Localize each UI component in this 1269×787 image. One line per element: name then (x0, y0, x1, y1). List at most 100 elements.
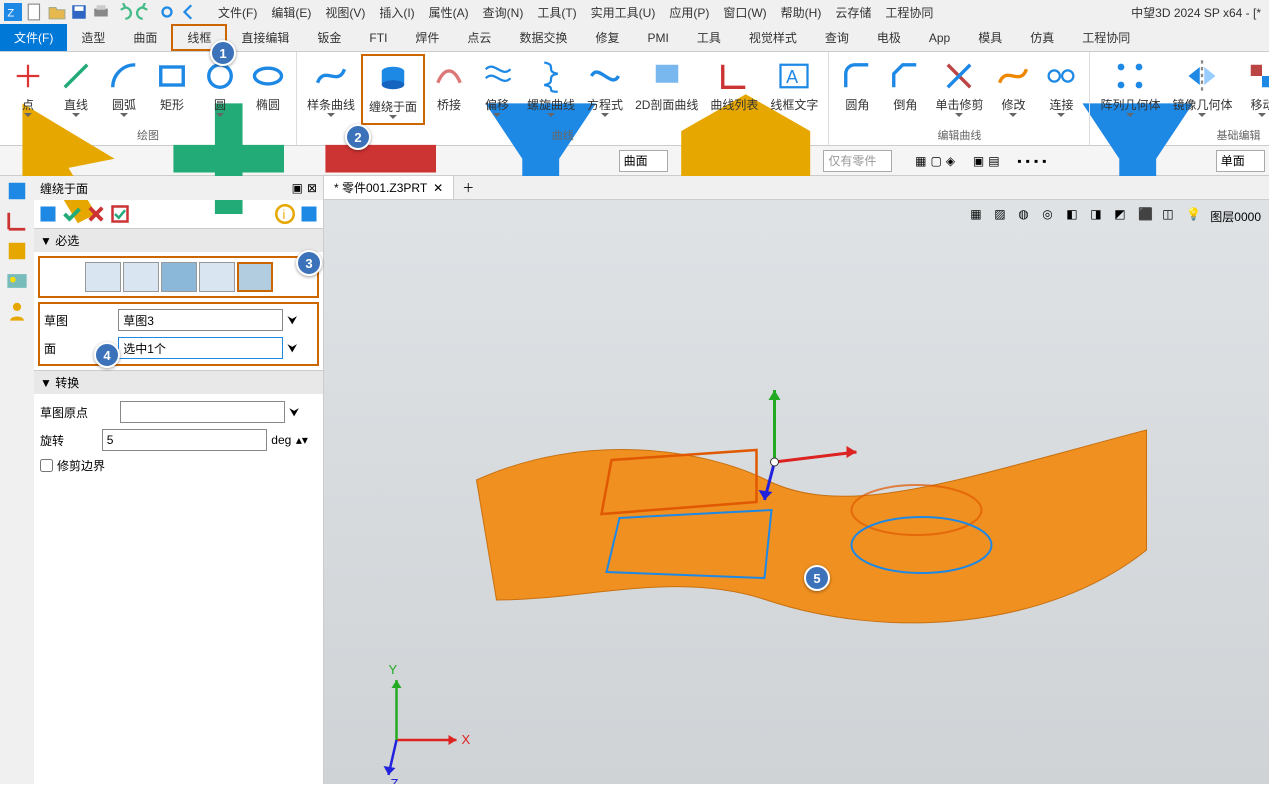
cancel-icon[interactable] (86, 204, 106, 224)
menu-tools[interactable]: 工具(T) (537, 4, 576, 21)
input-sketch[interactable] (118, 309, 283, 331)
btn-move[interactable]: 移动 (1238, 54, 1269, 121)
open-icon[interactable] (48, 3, 66, 21)
pick-icon[interactable]: ⮟ (287, 313, 297, 328)
lb-cube-icon[interactable] (6, 180, 28, 202)
panel-close-icon[interactable]: ⊠ (307, 181, 317, 195)
menu-app[interactable]: 应用(P) (669, 4, 709, 21)
btn-array[interactable]: 阵列几何体 (1094, 54, 1166, 121)
btn-connect[interactable]: 连接 (1037, 54, 1085, 121)
tab-weld[interactable]: 焊件 (401, 24, 453, 51)
tb-ico[interactable]: ▪ (1017, 154, 1021, 168)
btn-point[interactable]: 点 (4, 54, 52, 121)
btn-curve-list[interactable]: 曲线列表 (704, 54, 764, 117)
btn-arc[interactable]: 圆弧 (100, 54, 148, 121)
tb-ico[interactable]: ▪ (1034, 154, 1038, 168)
tab-electrode[interactable]: 电极 (863, 24, 915, 51)
btn-rect[interactable]: 矩形 (148, 54, 196, 117)
opt-5[interactable] (237, 262, 273, 292)
btn-offset[interactable]: 偏移 (473, 54, 521, 121)
undo-icon[interactable] (114, 3, 132, 21)
combo-entity[interactable]: 曲面 (619, 150, 668, 172)
menu-attr[interactable]: 属性(A) (429, 4, 469, 21)
section-required[interactable]: ▼ 必选 (34, 229, 323, 252)
input-origin[interactable] (120, 401, 285, 423)
btn-wire-text[interactable]: A线框文字 (764, 54, 824, 117)
tab-model[interactable]: 造型 (67, 24, 119, 51)
info-icon[interactable]: i (275, 204, 295, 224)
btn-bridge[interactable]: 桥接 (425, 54, 473, 117)
menu-collab[interactable]: 工程协同 (885, 4, 933, 21)
menu-edit[interactable]: 编辑(E) (271, 4, 311, 21)
menu-window[interactable]: 窗口(W) (723, 4, 766, 21)
menu-view[interactable]: 视图(V) (325, 4, 365, 21)
tab-collab[interactable]: 工程协同 (1068, 24, 1144, 51)
lb-image-icon[interactable] (6, 270, 28, 292)
tab-file[interactable]: 文件(F) (0, 24, 67, 51)
tab-sim[interactable]: 仿真 (1016, 24, 1068, 51)
gear-icon[interactable] (158, 3, 176, 21)
pick-icon[interactable]: ⮟ (287, 341, 297, 356)
tb-ico[interactable]: ▤ (988, 154, 999, 168)
back-arrow-icon[interactable] (180, 3, 198, 21)
btn-ellipse[interactable]: 椭圆 (244, 54, 292, 117)
tab-pointcloud[interactable]: 点云 (453, 24, 505, 51)
confirm-icon[interactable] (62, 204, 82, 224)
redo-icon[interactable] (136, 3, 154, 21)
tb-ico[interactable]: ▦ (915, 154, 926, 168)
btn-helix[interactable]: 螺旋曲线 (521, 54, 581, 121)
new-icon[interactable] (26, 3, 44, 21)
panel-pin-icon[interactable]: ▣ (292, 181, 303, 195)
btn-line[interactable]: 直线 (52, 54, 100, 121)
opt-2[interactable] (123, 262, 159, 292)
document-tab[interactable]: * 零件001.Z3PRT ✕ (324, 176, 454, 199)
pick-icon[interactable]: ⮟ (289, 405, 299, 420)
tb-ico[interactable]: ◈ (946, 154, 955, 168)
add-tab-icon[interactable]: ＋ (454, 179, 482, 196)
tb-ico[interactable]: ▪ (1042, 154, 1046, 168)
lb-user-icon[interactable] (6, 300, 28, 322)
btn-chamfer[interactable]: 倒角 (881, 54, 929, 117)
tb-ico[interactable]: ▪ (1026, 154, 1030, 168)
tab-direct[interactable]: 直接编辑 (227, 24, 303, 51)
input-face[interactable] (118, 337, 283, 359)
menu-query[interactable]: 查询(N) (483, 4, 524, 21)
spinner-icon[interactable]: ▴▾ (296, 433, 308, 447)
tab-query[interactable]: 查询 (811, 24, 863, 51)
combo-scope[interactable]: 仅有零件 (823, 150, 892, 172)
close-icon[interactable]: ✕ (433, 181, 443, 195)
tab-surface[interactable]: 曲面 (119, 24, 171, 51)
section-transform[interactable]: ▼ 转换 (34, 371, 323, 394)
print-icon[interactable] (92, 3, 110, 21)
btn-wrap-on-face[interactable]: 缠绕于面 (361, 54, 425, 125)
tab-visual[interactable]: 视觉样式 (735, 24, 811, 51)
btn-equation[interactable]: 方程式 (581, 54, 629, 121)
tab-app[interactable]: App (915, 24, 964, 51)
tab-tools[interactable]: 工具 (683, 24, 735, 51)
tab-fti[interactable]: FTI (355, 24, 401, 51)
combo-face[interactable]: 单面 (1216, 150, 1265, 172)
tab-repair[interactable]: 修复 (581, 24, 633, 51)
save-icon[interactable] (70, 3, 88, 21)
checkbox-trim[interactable] (40, 459, 53, 472)
tab-sheet[interactable]: 钣金 (303, 24, 355, 51)
menu-cloud[interactable]: 云存储 (835, 4, 871, 21)
help-icon[interactable] (299, 204, 319, 224)
opt-4[interactable] (199, 262, 235, 292)
tb-ico[interactable]: ▢ (930, 154, 941, 168)
btn-2d-section[interactable]: 2D剖面曲线 (629, 54, 704, 117)
tab-pmi[interactable]: PMI (633, 24, 682, 51)
btn-modify[interactable]: 修改 (989, 54, 1037, 121)
viewport[interactable]: * 零件001.Z3PRT ✕ ＋ ▦ ▨ ◍ ◎ ◧ ◨ ◩ ⬛ ◫ 💡 图层… (324, 176, 1269, 784)
tab-exchange[interactable]: 数据交换 (505, 24, 581, 51)
menu-help[interactable]: 帮助(H) (781, 4, 822, 21)
btn-mirror[interactable]: 镜像几何体 (1166, 54, 1238, 121)
lb-box-icon[interactable] (6, 240, 28, 262)
opt-3[interactable] (161, 262, 197, 292)
menu-file[interactable]: 文件(F) (218, 4, 257, 21)
opt-1[interactable] (85, 262, 121, 292)
btn-click-trim[interactable]: 单击修剪 (929, 54, 989, 121)
apply-icon[interactable] (110, 204, 130, 224)
lb-ucs-icon[interactable] (6, 210, 28, 232)
tab-mold[interactable]: 模具 (964, 24, 1016, 51)
